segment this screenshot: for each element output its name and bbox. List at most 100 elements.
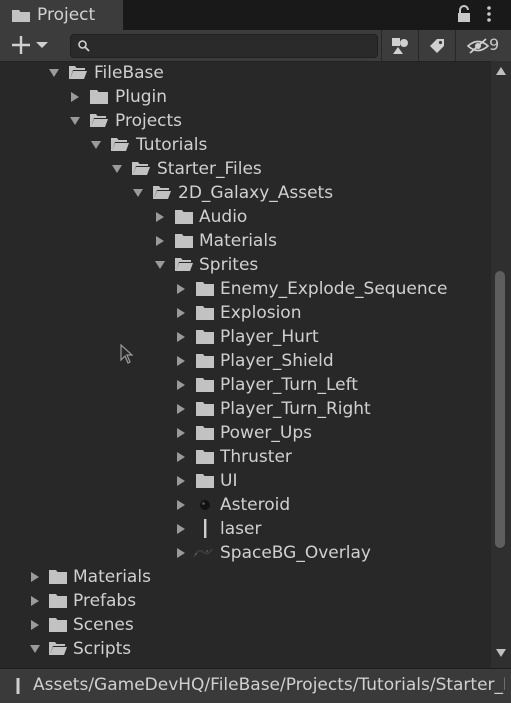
tree-item-label: Sprites bbox=[199, 255, 259, 275]
collapsed-arrow-icon[interactable] bbox=[176, 308, 186, 318]
tree-item-scripts[interactable]: Scripts bbox=[0, 637, 490, 661]
tree-item-materials[interactable]: Materials bbox=[0, 565, 490, 589]
search-by-type-button[interactable] bbox=[381, 30, 418, 61]
tree-item-label: Projects bbox=[115, 111, 183, 131]
collapsed-arrow-icon[interactable] bbox=[176, 524, 186, 534]
folder-icon bbox=[196, 330, 214, 344]
search-by-label-button[interactable] bbox=[418, 30, 455, 61]
folder-icon bbox=[12, 10, 30, 22]
folder-icon bbox=[196, 402, 214, 416]
expanded-arrow-icon[interactable] bbox=[70, 116, 80, 126]
tree-item-asteroid[interactable]: Asteroid bbox=[0, 493, 490, 517]
asteroid-sprite-icon bbox=[200, 500, 210, 510]
collapsed-arrow-icon[interactable] bbox=[176, 548, 186, 558]
tree-item-prefabs[interactable]: Prefabs bbox=[0, 589, 490, 613]
expanded-arrow-icon[interactable] bbox=[49, 68, 59, 78]
tree-item-sprites[interactable]: Sprites bbox=[0, 253, 490, 277]
expanded-arrow-icon[interactable] bbox=[133, 188, 143, 198]
tree-item-label: Player_Turn_Left bbox=[220, 375, 358, 395]
tree-item-enemy-explode-sequence[interactable]: Enemy_Explode_Sequence bbox=[0, 277, 490, 301]
expanded-arrow-icon[interactable] bbox=[112, 164, 122, 174]
tree-item-label: Prefabs bbox=[73, 591, 137, 611]
tag-icon bbox=[430, 39, 444, 53]
collapsed-arrow-icon[interactable] bbox=[176, 284, 186, 294]
vertical-scrollbar[interactable] bbox=[491, 61, 511, 668]
folder-icon bbox=[196, 450, 214, 464]
tree-item-filebase[interactable]: FileBase bbox=[0, 61, 490, 85]
tree-item-projects[interactable]: Projects bbox=[0, 109, 490, 133]
toggle-hidden-packages-button[interactable]: 9 bbox=[455, 30, 511, 61]
tab-project[interactable]: Project bbox=[0, 0, 124, 30]
folder-icon bbox=[49, 570, 67, 584]
expanded-arrow-icon[interactable] bbox=[91, 140, 101, 150]
tree-item-label: Player_Turn_Right bbox=[220, 399, 371, 419]
lock-icon[interactable] bbox=[455, 5, 473, 23]
tree-item-label: Scenes bbox=[73, 615, 134, 635]
space-overlay-sprite-icon bbox=[193, 548, 213, 558]
tree-item-label: Thruster bbox=[220, 447, 292, 467]
tree-item-label: Scripts bbox=[73, 639, 132, 659]
search-field[interactable] bbox=[70, 34, 378, 58]
collapsed-arrow-icon[interactable] bbox=[176, 356, 186, 366]
tree-item-label: Explosion bbox=[220, 303, 302, 323]
path-bar: Assets/GameDevHQ/FileBase/Projects/Tutor… bbox=[0, 668, 511, 703]
folder-icon bbox=[49, 618, 67, 632]
tree-item-power-ups[interactable]: Power_Ups bbox=[0, 421, 490, 445]
scripts-folder-path-icon bbox=[16, 678, 20, 694]
hidden-count: 9 bbox=[489, 35, 500, 54]
collapsed-arrow-icon[interactable] bbox=[155, 236, 165, 246]
tree-item-starter-files[interactable]: Starter_Files bbox=[0, 157, 490, 181]
tree-item-plugin[interactable]: Plugin bbox=[0, 85, 490, 109]
folder-open-icon bbox=[49, 642, 67, 655]
laser-sprite-icon bbox=[204, 519, 207, 538]
tree-item-label: laser bbox=[220, 519, 262, 539]
scroll-down-arrow-icon[interactable] bbox=[496, 649, 506, 657]
folder-open-icon bbox=[90, 114, 108, 127]
collapsed-arrow-icon[interactable] bbox=[176, 404, 186, 414]
expanded-arrow-icon[interactable] bbox=[30, 644, 40, 654]
collapsed-arrow-icon[interactable] bbox=[30, 620, 40, 630]
tree-item-label: Materials bbox=[73, 567, 151, 587]
collapsed-arrow-icon[interactable] bbox=[176, 380, 186, 390]
collapsed-arrow-icon[interactable] bbox=[70, 92, 80, 102]
tree-item-tutorials[interactable]: Tutorials bbox=[0, 133, 490, 157]
collapsed-arrow-icon[interactable] bbox=[30, 596, 40, 606]
collapsed-arrow-icon[interactable] bbox=[176, 476, 186, 486]
collapsed-arrow-icon[interactable] bbox=[176, 428, 186, 438]
tree-item-audio[interactable]: Audio bbox=[0, 205, 490, 229]
folder-icon bbox=[196, 426, 214, 440]
breadcrumb-path[interactable]: Assets/GameDevHQ/FileBase/Projects/Tutor… bbox=[33, 675, 505, 695]
folder-icon bbox=[175, 210, 193, 224]
tree-item-player-turn-right[interactable]: Player_Turn_Right bbox=[0, 397, 490, 421]
tree-item-scenes[interactable]: Scenes bbox=[0, 613, 490, 637]
tree-item-spacebg-overlay[interactable]: SpaceBG_Overlay bbox=[0, 541, 490, 565]
project-toolbar: 9 bbox=[0, 30, 511, 62]
tree-item-label: Enemy_Explode_Sequence bbox=[220, 279, 448, 299]
create-dropdown-button[interactable] bbox=[6, 34, 52, 56]
tree-item-player-turn-left[interactable]: Player_Turn_Left bbox=[0, 373, 490, 397]
collapsed-arrow-icon[interactable] bbox=[176, 332, 186, 342]
tree-item-laser[interactable]: laser bbox=[0, 517, 490, 541]
tree-item-label: Player_Hurt bbox=[220, 327, 319, 347]
tree-item-ui[interactable]: UI bbox=[0, 469, 490, 493]
collapsed-arrow-icon[interactable] bbox=[176, 500, 186, 510]
tree-item-explosion[interactable]: Explosion bbox=[0, 301, 490, 325]
tree-item-player-shield[interactable]: Player_Shield bbox=[0, 349, 490, 373]
scroll-up-arrow-icon[interactable] bbox=[496, 67, 506, 75]
expanded-arrow-icon[interactable] bbox=[155, 260, 165, 270]
collapsed-arrow-icon[interactable] bbox=[155, 212, 165, 222]
tree-item-thruster[interactable]: Thruster bbox=[0, 445, 490, 469]
tree-item-player-hurt[interactable]: Player_Hurt bbox=[0, 325, 490, 349]
tree-item-label: 2D_Galaxy_Assets bbox=[178, 183, 334, 203]
collapsed-arrow-icon[interactable] bbox=[30, 572, 40, 582]
tree-item-2d-galaxy-assets[interactable]: 2D_Galaxy_Assets bbox=[0, 181, 490, 205]
tree-item-label: Materials bbox=[199, 231, 277, 251]
tree-item-label: Tutorials bbox=[136, 135, 208, 155]
scrollbar-thumb[interactable] bbox=[495, 271, 505, 548]
folder-icon bbox=[90, 90, 108, 104]
kebab-menu-icon[interactable] bbox=[484, 4, 494, 24]
tree-item-materials-inner[interactable]: Materials bbox=[0, 229, 490, 253]
tree-item-label: UI bbox=[220, 471, 238, 491]
folder-open-icon bbox=[153, 186, 171, 199]
collapsed-arrow-icon[interactable] bbox=[176, 452, 186, 462]
